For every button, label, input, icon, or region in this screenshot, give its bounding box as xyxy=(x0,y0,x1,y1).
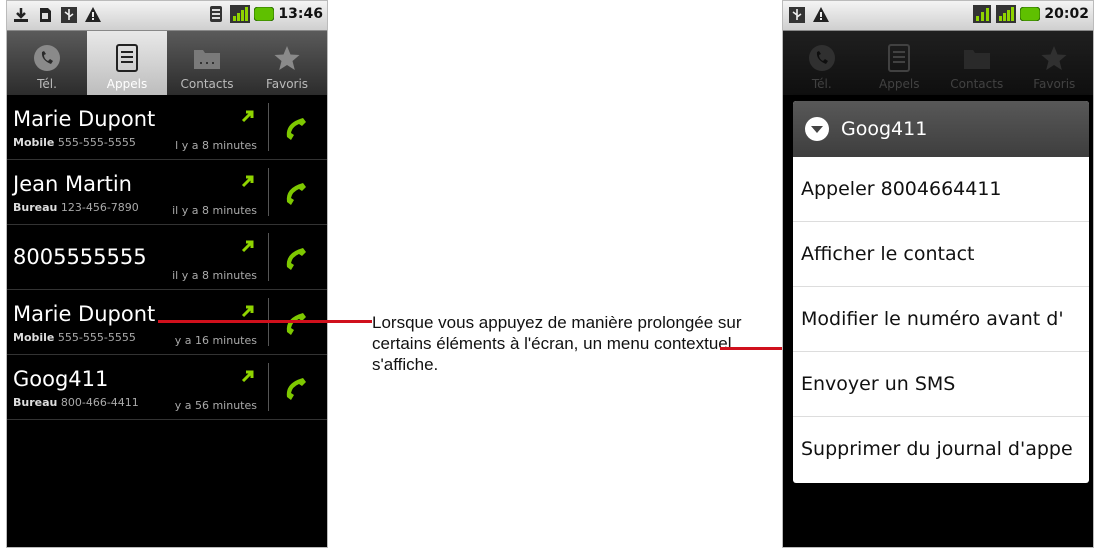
tab-call-log[interactable]: Appels xyxy=(87,31,167,95)
call-log-icon xyxy=(112,43,142,73)
tab-label: Tél. xyxy=(37,77,57,91)
tab-label: Contacts xyxy=(950,77,1004,91)
row-divider xyxy=(268,168,269,216)
menu-item-send-sms[interactable]: Envoyer un SMS xyxy=(793,352,1089,417)
phone-screen-left: 13:46 Tél. Appels Contacts Favoris Marie… xyxy=(6,0,328,548)
status-bar: 20:02 xyxy=(783,1,1093,31)
caller-detail: Bureau 123-456-7890 xyxy=(13,201,139,214)
number-type: Mobile xyxy=(13,136,55,149)
callout-line-left xyxy=(158,320,372,323)
table-row[interactable]: 8005555555 il y a 8 minutes xyxy=(7,225,327,290)
menu-item-call[interactable]: Appeler 8004664411 xyxy=(793,157,1089,222)
tab-label: Appels xyxy=(106,77,148,91)
usb-icon xyxy=(787,5,807,25)
table-row[interactable]: Marie Dupont Mobile 555-555-5555 l y a 8… xyxy=(7,95,327,160)
number-type: Bureau xyxy=(13,396,58,409)
context-menu-header: Goog411 xyxy=(793,101,1089,157)
outgoing-call-icon xyxy=(241,240,254,253)
menu-item-view-contact[interactable]: Afficher le contact xyxy=(793,222,1089,287)
row-divider xyxy=(268,103,269,151)
context-menu-title: Goog411 xyxy=(841,118,928,140)
download-icon xyxy=(11,5,31,25)
tab-phone[interactable]: Tél. xyxy=(783,31,861,95)
usb-icon xyxy=(59,5,79,25)
tab-contacts[interactable]: Contacts xyxy=(938,31,1016,95)
callout-text: Lorsque vous appuyez de manière prolongé… xyxy=(372,313,742,374)
status-clock: 20:02 xyxy=(1044,6,1089,22)
call-button-icon[interactable] xyxy=(281,113,311,143)
call-time: y a 16 minutes xyxy=(174,334,257,347)
caller-name: 8005555555 xyxy=(13,245,147,269)
phone-icon xyxy=(32,43,62,73)
contacts-icon xyxy=(962,43,992,73)
signal-icon xyxy=(230,4,251,24)
star-icon xyxy=(1039,43,1069,73)
caller-name: Marie Dupont xyxy=(13,107,156,131)
call-button-icon[interactable] xyxy=(281,308,311,338)
status-clock: 13:46 xyxy=(278,6,323,22)
menu-item-edit-number[interactable]: Modifier le numéro avant d' xyxy=(793,287,1089,352)
call-button-icon[interactable] xyxy=(281,178,311,208)
row-divider xyxy=(268,363,269,411)
contacts-icon xyxy=(192,43,222,73)
phone-icon xyxy=(807,43,837,73)
tab-phone[interactable]: Tél. xyxy=(7,31,87,95)
tab-label: Appels xyxy=(879,77,920,91)
tab-favorites[interactable]: Favoris xyxy=(1016,31,1094,95)
caller-name: Goog411 xyxy=(13,367,109,391)
outgoing-call-icon xyxy=(241,370,254,383)
sdcard-icon xyxy=(35,5,55,25)
chevron-down-circle-icon xyxy=(805,117,829,141)
phone-screen-right: 20:02 Tél. Appels Contacts Favoris Goog4… xyxy=(782,0,1094,548)
tab-call-log[interactable]: Appels xyxy=(861,31,939,95)
warning-icon xyxy=(811,5,831,25)
call-log-icon xyxy=(884,43,914,73)
3g-icon xyxy=(972,4,992,24)
number-type: Bureau xyxy=(13,201,58,214)
battery-icon xyxy=(254,4,275,24)
tab-label: Favoris xyxy=(265,77,309,91)
call-log-list: Marie Dupont Mobile 555-555-5555 l y a 8… xyxy=(7,95,327,420)
tab-bar: Tél. Appels Contacts Favoris xyxy=(783,31,1093,95)
tab-label: Favoris xyxy=(1033,77,1076,91)
phone-number: 555-555-5555 xyxy=(57,136,136,149)
signal-icon xyxy=(996,4,1017,24)
tab-label: Tél. xyxy=(811,77,832,91)
row-divider xyxy=(268,233,269,281)
table-row[interactable]: Goog411 Bureau 800-466-4411 y a 56 minut… xyxy=(7,355,327,420)
caller-detail: Mobile 555-555-5555 xyxy=(13,136,136,149)
call-time: y a 56 minutes xyxy=(174,399,257,412)
call-button-icon[interactable] xyxy=(281,243,311,273)
outgoing-call-icon xyxy=(241,175,254,188)
status-bar: 13:46 xyxy=(7,1,327,31)
call-time: l y a 8 minutes xyxy=(175,139,257,152)
warning-icon xyxy=(83,5,103,25)
battery-icon xyxy=(1020,4,1041,24)
wifi-icon xyxy=(206,4,226,24)
tab-favorites[interactable]: Favoris xyxy=(247,31,327,95)
context-menu: Goog411 Appeler 8004664411 Afficher le c… xyxy=(793,101,1089,483)
caller-detail: Mobile 555-555-5555 xyxy=(13,331,136,344)
caller-name: Marie Dupont xyxy=(13,302,156,326)
star-icon xyxy=(272,43,302,73)
call-time: il y a 8 minutes xyxy=(172,269,257,282)
tab-bar: Tél. Appels Contacts Favoris xyxy=(7,31,327,95)
phone-number: 800-466-4411 xyxy=(60,396,139,409)
phone-number: 555-555-5555 xyxy=(57,331,136,344)
outgoing-call-icon xyxy=(241,110,254,123)
call-button-icon[interactable] xyxy=(281,373,311,403)
table-row[interactable]: Jean Martin Bureau 123-456-7890 il y a 8… xyxy=(7,160,327,225)
tab-contacts[interactable]: Contacts xyxy=(167,31,247,95)
outgoing-call-icon xyxy=(241,305,254,318)
phone-number: 123-456-7890 xyxy=(60,201,139,214)
call-time: il y a 8 minutes xyxy=(172,204,257,217)
menu-item-remove-from-log[interactable]: Supprimer du journal d'appe xyxy=(793,417,1089,481)
caller-detail: Bureau 800-466-4411 xyxy=(13,396,139,409)
caller-name: Jean Martin xyxy=(13,172,132,196)
tab-label: Contacts xyxy=(180,77,234,91)
number-type: Mobile xyxy=(13,331,55,344)
